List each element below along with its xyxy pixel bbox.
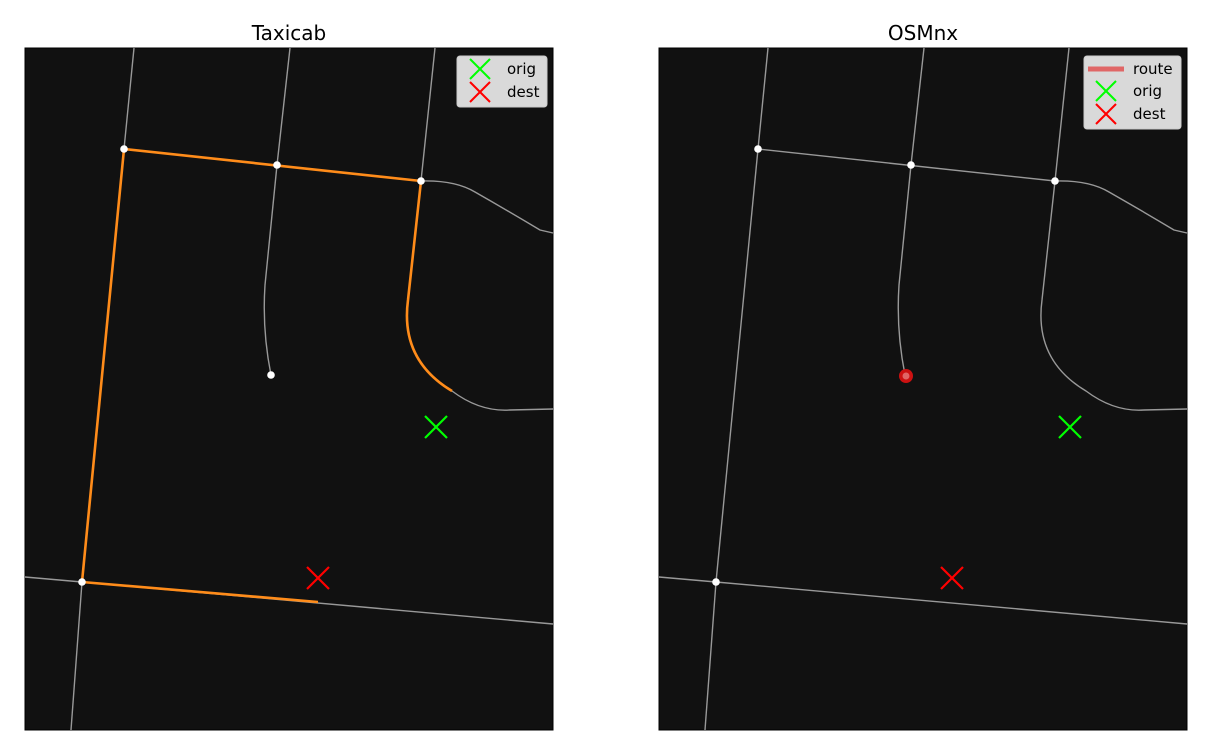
street-node — [417, 177, 425, 185]
street-node — [712, 578, 720, 586]
street-node — [754, 145, 762, 153]
osmnx-legend: route orig dest — [1083, 55, 1182, 130]
taxicab-map-area — [24, 47, 554, 731]
street-node — [907, 161, 915, 169]
legend-orig-label: orig — [507, 60, 536, 78]
street-node — [1051, 177, 1059, 185]
taxicab-panel: Taxicab orig dest — [24, 21, 554, 731]
figure: Taxicab orig dest OSMnx route orig dest — [24, 21, 1188, 731]
osmnx-title: OSMnx — [888, 21, 958, 45]
legend-orig-label: orig — [1133, 82, 1162, 100]
street-node — [78, 578, 86, 586]
legend-dest-label: dest — [507, 83, 540, 101]
street-node — [273, 161, 281, 169]
route-node-inner — [902, 372, 910, 380]
taxicab-legend: orig dest — [456, 55, 548, 108]
legend-dest-label: dest — [1133, 105, 1166, 123]
osmnx-map-area — [658, 47, 1188, 731]
street-node — [267, 371, 275, 379]
osmnx-panel: OSMnx route orig dest — [658, 21, 1188, 731]
street-node — [120, 145, 128, 153]
legend-route-label: route — [1133, 60, 1173, 78]
osmnx-route-node — [899, 369, 913, 383]
taxicab-title: Taxicab — [251, 21, 327, 45]
